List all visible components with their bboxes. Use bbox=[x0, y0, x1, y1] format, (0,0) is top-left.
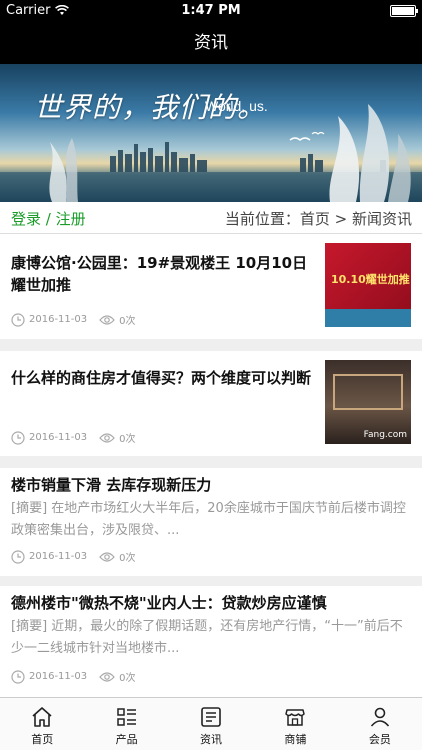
article-summary: [摘要] 在地产市场红火大半年后，20余座城市于国庆节前后楼市调控政策密集出台，… bbox=[11, 501, 406, 538]
article-title: 楼市销量下滑 去库存现新压力 bbox=[11, 476, 212, 494]
status-bar: Carrier 1:47 PM bbox=[0, 0, 422, 22]
article-views: 0次 bbox=[119, 434, 136, 445]
thumb-window bbox=[333, 374, 403, 410]
article-title: 什么样的商住房才值得买？两个维度可以判断 bbox=[11, 369, 312, 387]
list-item[interactable]: 康博公馆·公园里：19#景观楼王 10月10日耀世加推 2016-11-03 0… bbox=[0, 234, 422, 339]
tab-label: 首页 bbox=[31, 733, 54, 746]
login-register-link[interactable]: 登录 / 注册 bbox=[11, 208, 86, 229]
subheader: 登录 / 注册 当前位置：首页 > 新闻资讯 bbox=[0, 202, 422, 234]
article-date: 2016-11-03 bbox=[29, 671, 88, 682]
article-date: 2016-11-03 bbox=[29, 314, 88, 325]
tab-products[interactable]: 产品 bbox=[84, 698, 168, 750]
article-meta: 2016-11-03 0次 bbox=[11, 430, 148, 445]
tab-home[interactable]: 首页 bbox=[0, 698, 84, 750]
tab-label: 会员 bbox=[368, 733, 391, 746]
clock-icon bbox=[11, 312, 25, 327]
shop-icon bbox=[285, 709, 306, 726]
article-meta: 2016-11-03 0次 bbox=[11, 312, 148, 327]
article-views: 0次 bbox=[119, 673, 136, 684]
thumb-caption: Fang.com bbox=[363, 430, 407, 440]
thumb-footer bbox=[325, 309, 411, 327]
list-item[interactable]: 楼市销量下滑 去库存现新压力 [摘要] 在地产市场红火大半年后，20余座城市于国… bbox=[0, 468, 422, 576]
article-date: 2016-11-03 bbox=[29, 432, 88, 443]
nav-bar: 资讯 bbox=[0, 22, 422, 64]
article-date: 2016-11-03 bbox=[29, 551, 88, 562]
tab-label: 产品 bbox=[115, 733, 138, 746]
clock-icon bbox=[11, 669, 25, 684]
eye-icon bbox=[99, 314, 115, 325]
tab-bar: 首页 产品 资讯 商铺 会员 bbox=[0, 697, 422, 750]
article-meta: 2016-11-03 0次 bbox=[11, 669, 148, 684]
tab-member[interactable]: 会员 bbox=[338, 698, 422, 750]
thumb-caption: 10.10耀世加推 bbox=[331, 273, 410, 286]
eye-icon bbox=[99, 551, 115, 562]
tab-label: 资讯 bbox=[200, 733, 223, 746]
list-icon bbox=[116, 708, 136, 726]
banner-slogan-en: World, us. bbox=[205, 98, 268, 114]
banner[interactable]: 世界的，我们的。 World, us. bbox=[0, 64, 422, 202]
eye-icon bbox=[99, 671, 115, 682]
article-thumbnail[interactable]: 10.10耀世加推 bbox=[325, 243, 411, 327]
article-title: 康博公馆·公园里：19#景观楼王 10月10日耀世加推 bbox=[11, 254, 308, 294]
status-time: 1:47 PM bbox=[181, 3, 241, 18]
tab-news[interactable]: 资讯 bbox=[169, 698, 253, 750]
article-thumbnail[interactable]: Fang.com bbox=[325, 360, 411, 444]
news-icon bbox=[201, 707, 221, 727]
article-summary: [摘要] 近期，最火的除了假期话题，还有房地产行情，“十一”前后不少一二线城市针… bbox=[11, 619, 403, 656]
list-item[interactable]: 什么样的商住房才值得买？两个维度可以判断 2016-11-03 0次 Fang.… bbox=[0, 351, 422, 456]
article-title: 德州楼市"微热不烧"业内人士：贷款炒房应谨慎 bbox=[11, 594, 327, 612]
tab-label: 商铺 bbox=[284, 733, 307, 746]
clock-icon bbox=[11, 549, 25, 564]
banner-scenery bbox=[0, 104, 422, 202]
eye-icon bbox=[99, 432, 115, 443]
home-icon bbox=[32, 707, 52, 727]
article-meta: 2016-11-03 0次 bbox=[11, 549, 148, 564]
article-views: 0次 bbox=[119, 316, 136, 327]
user-icon bbox=[370, 707, 389, 727]
tab-shop[interactable]: 商铺 bbox=[253, 698, 337, 750]
clock-icon bbox=[11, 430, 25, 445]
breadcrumb: 当前位置：首页 > 新闻资讯 bbox=[224, 210, 412, 228]
article-views: 0次 bbox=[119, 553, 136, 564]
page-title: 资讯 bbox=[194, 33, 228, 53]
battery-icon bbox=[390, 5, 418, 17]
list-item[interactable]: 德州楼市"微热不烧"业内人士：贷款炒房应谨慎 [摘要] 近期，最火的除了假期话题… bbox=[0, 586, 422, 697]
